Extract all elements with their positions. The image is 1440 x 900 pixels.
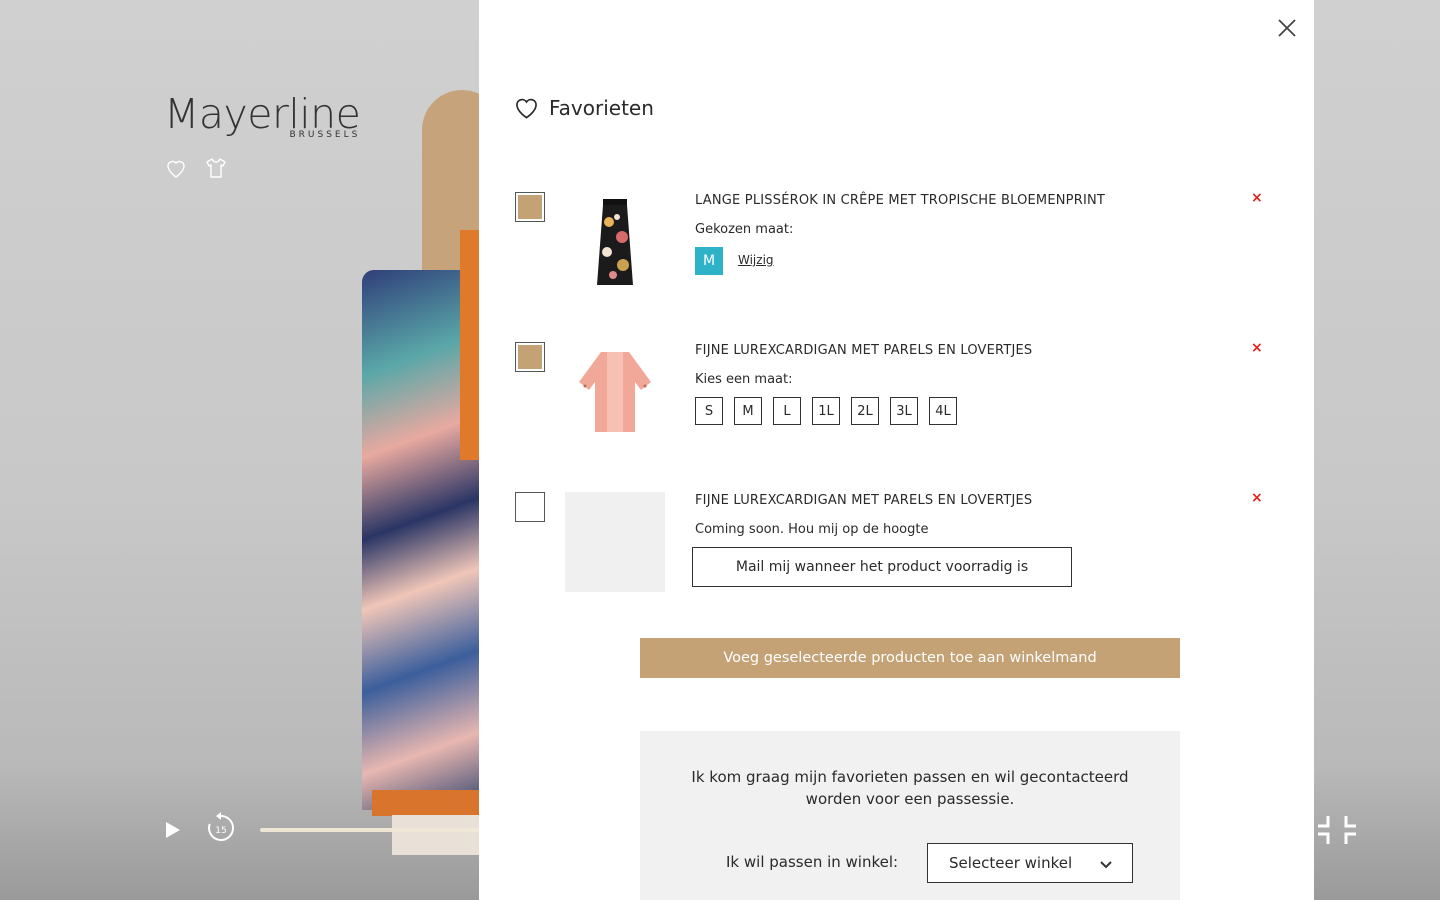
- change-size-link[interactable]: Wijzig: [738, 253, 774, 267]
- modal-title-text: Favorieten: [549, 95, 654, 120]
- tshirt-icon[interactable]: [204, 156, 228, 180]
- product-title: FIJNE LUREXCARDIGAN MET PARELS EN LOVERT…: [695, 493, 1033, 508]
- remove-item-button[interactable]: ×: [1251, 490, 1263, 506]
- exit-fullscreen-icon[interactable]: [1316, 814, 1358, 846]
- brand-icons: [164, 156, 228, 180]
- rewind-seconds: 15: [215, 826, 226, 836]
- size-option-2l[interactable]: 2L: [851, 397, 879, 425]
- remove-item-button[interactable]: ×: [1251, 190, 1263, 206]
- chevron-down-icon: [1098, 856, 1114, 872]
- size-options: S M L 1L 2L 3L 4L: [695, 397, 957, 425]
- brand-logo: Mayerline BRUSSELS: [164, 92, 361, 140]
- item-checkbox[interactable]: [515, 192, 545, 222]
- size-option-l[interactable]: L: [773, 397, 801, 425]
- item-checkbox[interactable]: [515, 342, 545, 372]
- chosen-size-badge: M: [695, 247, 723, 275]
- size-option-m[interactable]: M: [734, 397, 762, 425]
- product-image-cardigan: [565, 342, 665, 442]
- coming-soon-text: Coming soon. Hou mij op de hoogte: [695, 522, 929, 537]
- product-image-placeholder: [565, 492, 665, 592]
- heart-icon: [513, 94, 540, 121]
- size-option-3l[interactable]: 3L: [890, 397, 918, 425]
- product-title: FIJNE LUREXCARDIGAN MET PARELS EN LOVERT…: [695, 343, 1033, 358]
- notify-me-button[interactable]: Mail mij wanneer het product voorradig i…: [692, 547, 1072, 587]
- store-select[interactable]: Selecteer winkel: [927, 843, 1133, 883]
- choose-size-label: Kies een maat:: [695, 372, 793, 387]
- store-label: Ik wil passen in winkel:: [726, 853, 899, 871]
- favorites-heart-icon[interactable]: [164, 156, 188, 180]
- video-progress-bar[interactable]: [260, 828, 480, 832]
- size-option-4l[interactable]: 4L: [929, 397, 957, 425]
- store-select-value: Selecteer winkel: [949, 854, 1073, 872]
- size-chosen-label: Gekozen maat:: [695, 222, 794, 237]
- favorite-item: FIJNE LUREXCARDIGAN MET PARELS EN LOVERT…: [479, 340, 1314, 452]
- play-icon[interactable]: [160, 818, 184, 842]
- favorites-modal: Favorieten LANGE PLISSÉROK IN CRÊPE MET …: [479, 0, 1314, 900]
- fitting-session-text: Ik kom graag mijn favorieten passen en w…: [691, 768, 1129, 808]
- product-title: LANGE PLISSÉROK IN CRÊPE MET TROPISCHE B…: [695, 193, 1106, 208]
- rewind-15-icon[interactable]: 15: [203, 810, 239, 846]
- size-option-s[interactable]: S: [695, 397, 723, 425]
- size-option-1l[interactable]: 1L: [812, 397, 840, 425]
- add-selected-to-cart-button[interactable]: Voeg geselecteerde producten toe aan win…: [640, 638, 1180, 678]
- model-image: [362, 90, 502, 855]
- item-checkbox[interactable]: [515, 492, 545, 522]
- favorite-item: FIJNE LUREXCARDIGAN MET PARELS EN LOVERT…: [479, 490, 1314, 602]
- favorite-item: LANGE PLISSÉROK IN CRÊPE MET TROPISCHE B…: [479, 190, 1314, 302]
- product-image-skirt: [565, 192, 665, 292]
- fitting-session-panel: Ik kom graag mijn favorieten passen en w…: [640, 731, 1180, 900]
- remove-item-button[interactable]: ×: [1251, 340, 1263, 356]
- modal-title: Favorieten: [513, 94, 654, 121]
- close-icon[interactable]: [1275, 16, 1299, 40]
